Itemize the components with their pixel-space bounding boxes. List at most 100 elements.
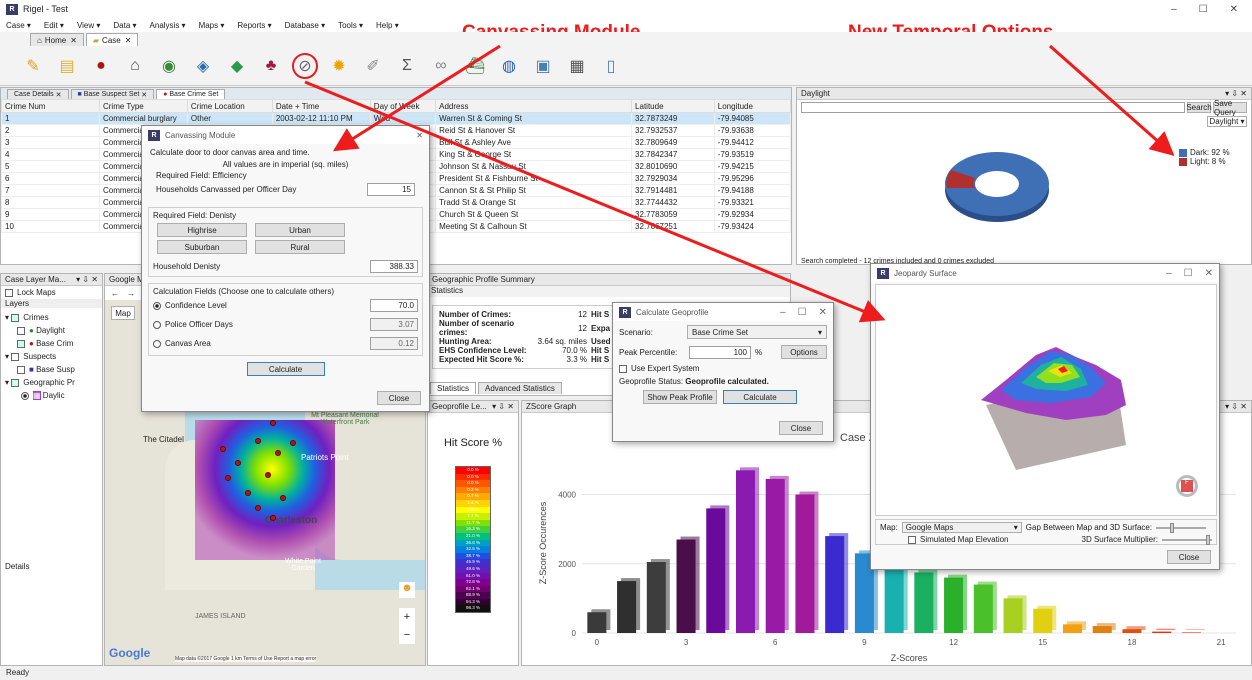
calc-geo-close-button[interactable]: Close	[779, 421, 823, 435]
crime-marker[interactable]	[270, 420, 276, 426]
minimize-icon[interactable]: –	[780, 307, 786, 318]
maximize-button[interactable]: ☐	[1199, 4, 1208, 15]
lock-maps-checkbox[interactable]	[5, 288, 13, 297]
crime-marker[interactable]	[255, 505, 261, 511]
tab-base-crime-set[interactable]: ● Base Crime Set	[156, 89, 226, 99]
menu-analysis[interactable]: Analysis ▾	[150, 21, 186, 30]
menu-tools[interactable]: Tools ▾	[338, 21, 363, 30]
maximize-icon[interactable]: ☐	[798, 307, 807, 318]
tab-home[interactable]: ⌂ Home ✕	[30, 33, 84, 46]
crime-marker[interactable]	[220, 446, 226, 452]
close-window-button[interactable]: ✕	[1230, 4, 1238, 15]
gap-slider[interactable]	[1156, 522, 1207, 533]
confidence-radio[interactable]: Confidence Level	[153, 301, 227, 310]
crime-marker[interactable]	[290, 440, 296, 446]
record-icon[interactable]: ●	[88, 53, 114, 79]
close-tab-icon[interactable]: ✕	[125, 36, 132, 45]
options-button[interactable]: Options	[781, 345, 827, 359]
crime-marker[interactable]	[265, 472, 271, 478]
jeopardy-close-button[interactable]: Close	[1167, 550, 1211, 564]
officer-days-radio[interactable]: Police Officer Days	[153, 320, 233, 329]
layer-crimes[interactable]: ▾ Crimes	[5, 311, 98, 324]
menu-maps[interactable]: Maps ▾	[199, 21, 225, 30]
crime-marker[interactable]	[280, 495, 286, 501]
menu-help[interactable]: Help ▾	[376, 21, 399, 30]
tab-case-details[interactable]: Case Details ✕	[7, 89, 69, 99]
column-header[interactable]: Longitude	[713, 99, 792, 113]
back-arrow-icon[interactable]: ←	[111, 289, 119, 298]
rural-button[interactable]: Rural	[255, 240, 345, 254]
canvassing-calculate-button[interactable]: Calculate	[246, 362, 325, 376]
column-header[interactable]: Day of Week	[369, 99, 437, 113]
daylight-dropdown[interactable]: Daylight ▾	[1207, 116, 1247, 127]
column-header[interactable]: Crime Num	[1, 99, 100, 113]
orientation-cube-icon[interactable]: F	[1176, 475, 1198, 497]
house-icon[interactable]: ⌂	[122, 53, 148, 79]
menu-view[interactable]: View ▾	[77, 21, 100, 30]
sigma-icon[interactable]: Σ	[394, 53, 420, 79]
canvas-area-radio[interactable]: Canvas Area	[153, 339, 211, 348]
map-pin-icon[interactable]: ◆	[224, 53, 250, 79]
clapper-icon[interactable]: ▦	[564, 53, 590, 79]
layers-icon[interactable]: ◈	[190, 53, 216, 79]
panel-controls-icon[interactable]: ▾ ⇩ ✕	[492, 402, 514, 411]
layer-geographic[interactable]: ▾ Geographic Pr	[5, 376, 98, 389]
multiplier-slider[interactable]	[1162, 534, 1212, 545]
dialog-close-icon[interactable]: ✕	[1205, 268, 1213, 279]
crime-marker[interactable]	[275, 450, 281, 456]
dialog-close-icon[interactable]: ✕	[416, 131, 423, 140]
peak-percentile-input[interactable]: 100	[689, 345, 751, 359]
crime-marker[interactable]	[235, 460, 241, 466]
search-button[interactable]: Search	[1186, 102, 1212, 113]
canvassing-icon[interactable]: ⊘	[292, 52, 318, 79]
tab-base-suspect-set[interactable]: ■ Base Suspect Set ✕	[70, 89, 155, 99]
sun-icon[interactable]: ✹	[326, 53, 352, 79]
map-type-button[interactable]: Map	[111, 306, 135, 320]
confidence-input[interactable]: 70.0	[370, 299, 418, 312]
street-view-icon[interactable]: ☻	[399, 582, 415, 598]
edit-icon[interactable]: ✎	[20, 53, 46, 79]
tab-case[interactable]: ▰ Case ✕	[85, 33, 139, 46]
officer-days-input[interactable]: 3.07	[370, 318, 418, 331]
menu-database[interactable]: Database ▾	[285, 21, 325, 30]
zoom-controls[interactable]: + −	[399, 608, 415, 644]
panel-controls-icon[interactable]: ▾ ⇩ ✕	[1225, 402, 1247, 411]
globe-icon[interactable]: ◍	[496, 53, 522, 79]
dialog-close-icon[interactable]: ✕	[819, 307, 827, 318]
canvassing-close-button[interactable]: Close	[377, 391, 421, 405]
show-peak-profile-button[interactable]: Show Peak Profile	[643, 390, 717, 404]
column-header[interactable]: Crime Type	[98, 99, 188, 113]
palette-icon[interactable]: ◉	[156, 53, 182, 79]
tab-statistics[interactable]: Statistics	[430, 382, 477, 394]
crime-marker[interactable]	[225, 475, 231, 481]
canvas-area-input[interactable]: 0.12	[370, 337, 418, 350]
menu-data[interactable]: Data ▾	[113, 21, 136, 30]
layer-daylight-geo[interactable]: ▦ Daylic	[5, 389, 98, 402]
link-icon[interactable]: ∞	[428, 53, 454, 79]
groups-icon[interactable]: ♣	[258, 53, 284, 79]
household-density-input[interactable]: 388.33	[370, 260, 418, 273]
menu-reports[interactable]: Reports ▾	[237, 21, 271, 30]
crime-marker[interactable]	[270, 515, 276, 521]
urban-button[interactable]: Urban	[255, 223, 345, 237]
layer-suspects[interactable]: ▾ Suspects	[5, 350, 98, 363]
tab-advanced-statistics[interactable]: Advanced Statistics	[478, 382, 562, 394]
save-query-button[interactable]: Save Query	[1213, 99, 1247, 117]
elevation-checkbox[interactable]: Simulated Map Elevation	[908, 535, 1009, 544]
close-tab-icon[interactable]: ✕	[70, 36, 77, 45]
calc-geo-calculate-button[interactable]: Calculate	[723, 390, 797, 404]
jeopardy-3d-view[interactable]: F	[875, 284, 1217, 516]
boat-icon[interactable]: ⛴	[462, 53, 488, 79]
panel-controls-icon[interactable]: ▾ ⇩ ✕	[76, 275, 98, 284]
minimize-button[interactable]: –	[1171, 4, 1177, 15]
column-header[interactable]: Crime Location	[186, 99, 273, 113]
column-header[interactable]: Latitude	[631, 99, 715, 113]
forward-arrow-icon[interactable]: →	[127, 289, 135, 298]
map-dropdown[interactable]: Google Maps ▾	[901, 522, 1022, 533]
panel-icon[interactable]: ▯	[598, 53, 624, 79]
panel-controls-icon[interactable]: ▾ ⇩ ✕	[1225, 89, 1247, 98]
open-folder-icon[interactable]: ▤	[54, 53, 80, 79]
column-header[interactable]: Date + Time	[271, 99, 371, 113]
layer-base-suspect[interactable]: ■ Base Susp	[5, 363, 98, 376]
suburban-button[interactable]: Suburban	[157, 240, 247, 254]
